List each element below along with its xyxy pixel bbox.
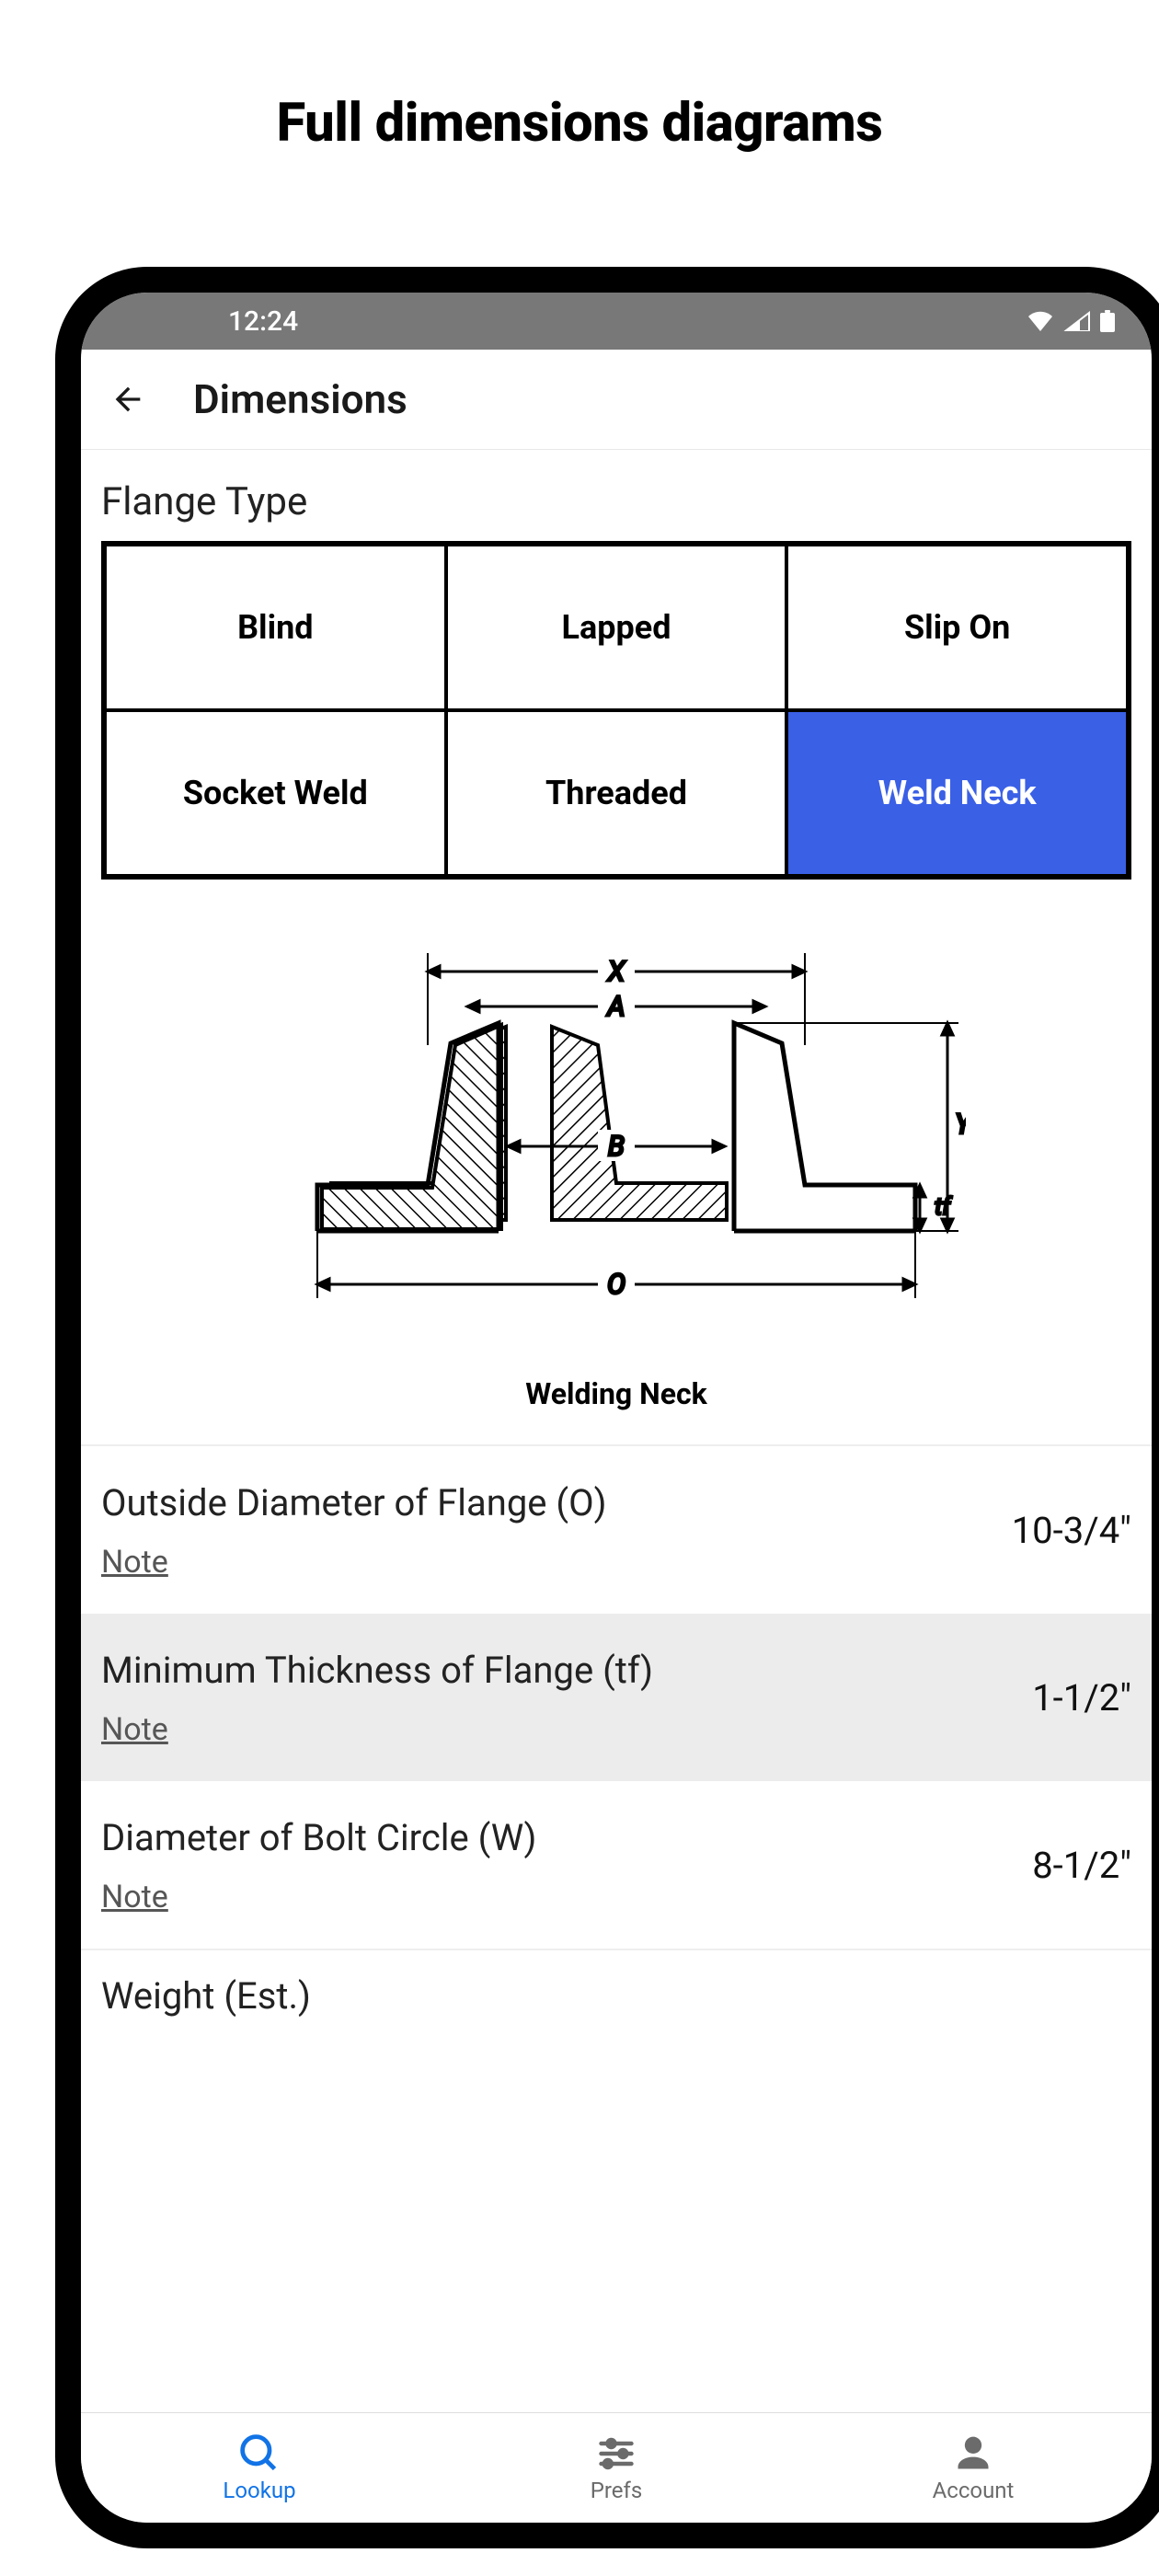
bottom-nav: Lookup Prefs Account: [81, 2412, 1152, 2523]
nav-label: Account: [933, 2478, 1015, 2503]
dimension-title: Outside Diameter of Flange (O): [101, 1479, 984, 1527]
svg-text:Y: Y: [955, 1109, 966, 1141]
flange-type-blind[interactable]: Blind: [105, 545, 446, 710]
dimension-value: 10-3/4": [1012, 1509, 1131, 1552]
page-title: Dimensions: [193, 375, 407, 423]
flange-type-slip-on[interactable]: Slip On: [786, 545, 1128, 710]
dimension-title: Minimum Thickness of Flange (tf): [101, 1647, 1004, 1695]
dimension-value: 1-1/2": [1032, 1676, 1131, 1719]
dimension-title: Diameter of Bolt Circle (W): [101, 1814, 1004, 1862]
dimension-value: 8-1/2": [1032, 1844, 1131, 1887]
flange-type-weld-neck[interactable]: Weld Neck: [786, 710, 1128, 876]
note-link[interactable]: Note: [101, 1544, 168, 1581]
flange-type-label: Flange Type: [81, 466, 1152, 541]
nav-prefs[interactable]: Prefs: [438, 2413, 795, 2523]
phone-frame: 12:24 Dimensions Flange Type Blind Lappe…: [55, 267, 1159, 2548]
diagram-caption: Welding Neck: [81, 1376, 1152, 1444]
dimension-row: Diameter of Bolt Circle (W) Note 8-1/2": [81, 1781, 1152, 1949]
nav-label: Lookup: [223, 2478, 295, 2503]
flange-type-threaded[interactable]: Threaded: [446, 710, 787, 876]
status-icons: [1027, 310, 1115, 332]
app-bar: Dimensions: [81, 350, 1152, 450]
flange-type-grid: Blind Lapped Slip On Socket Weld Threade…: [101, 541, 1131, 880]
phone-screen: 12:24 Dimensions Flange Type Blind Lappe…: [81, 293, 1152, 2523]
svg-text:B: B: [608, 1131, 625, 1163]
wifi-icon: [1027, 311, 1054, 331]
note-link[interactable]: Note: [101, 1711, 168, 1748]
back-button[interactable]: [109, 380, 147, 419]
svg-text:A: A: [606, 991, 625, 1023]
search-icon: [239, 2433, 280, 2474]
svg-text:tf: tf: [935, 1193, 952, 1221]
nav-account[interactable]: Account: [795, 2413, 1152, 2523]
arrow-left-icon: [109, 381, 146, 418]
dimension-row-partial: Weight (Est.): [81, 1950, 1152, 2018]
user-icon: [953, 2433, 993, 2474]
flange-diagram: X A B: [81, 880, 1152, 1376]
flange-type-lapped[interactable]: Lapped: [446, 545, 787, 710]
note-link[interactable]: Note: [101, 1879, 168, 1915]
marketing-heading: Full dimensions diagrams: [0, 0, 1159, 228]
dimension-row: Minimum Thickness of Flange (tf) Note 1-…: [81, 1614, 1152, 1781]
dimension-row: Outside Diameter of Flange (O) Note 10-3…: [81, 1446, 1152, 1614]
battery-icon: [1100, 310, 1115, 332]
nav-label: Prefs: [591, 2478, 643, 2503]
flange-type-socket-weld[interactable]: Socket Weld: [105, 710, 446, 876]
status-bar: 12:24: [81, 293, 1152, 350]
sliders-icon: [596, 2433, 637, 2474]
cell-signal-icon: [1063, 311, 1091, 331]
nav-lookup[interactable]: Lookup: [81, 2413, 438, 2523]
svg-text:X: X: [607, 956, 626, 988]
status-time: 12:24: [228, 305, 298, 338]
svg-text:O: O: [607, 1269, 625, 1301]
welding-neck-diagram-icon: X A B: [267, 935, 966, 1358]
